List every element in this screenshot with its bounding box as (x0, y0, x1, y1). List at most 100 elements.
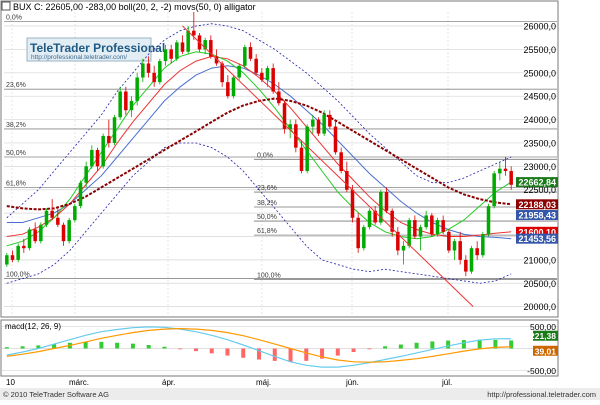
candle-body (175, 42, 179, 59)
macd-histogram-bar (193, 348, 198, 352)
candle-body (243, 47, 247, 66)
watermark: TeleTrader Professional http://professio… (26, 37, 165, 62)
candle-body (271, 68, 275, 92)
macd-histogram-bar (477, 339, 482, 349)
candle-body (22, 245, 26, 249)
fib-label-left: 61,8% (6, 180, 26, 187)
candle-body (350, 189, 355, 218)
candle-body (356, 217, 360, 249)
fib-label-left: 38,2% (6, 122, 26, 129)
price-tick-label: 21000,0 (523, 255, 556, 265)
candle-body (254, 58, 258, 73)
candle-body (231, 77, 236, 97)
macd-histogram-bar (335, 348, 340, 356)
price-label-text: 21453,56 (518, 234, 556, 244)
candle-body (469, 248, 474, 272)
candle-body (141, 63, 145, 78)
macd-histogram-bar (304, 348, 309, 361)
candle-body (413, 220, 417, 237)
candle-body (129, 100, 134, 111)
candle-body (509, 171, 513, 185)
price-tick-label: 25000,0 (523, 68, 556, 78)
macd-tick-label: -500,00 (527, 366, 556, 376)
collapse-box-icon[interactable] (1, 1, 11, 11)
macd-histogram-bar (430, 341, 435, 349)
candle-body (333, 126, 338, 153)
candle-body (152, 72, 156, 83)
macd-histogram-bar (367, 348, 372, 350)
candle-body (44, 210, 49, 225)
fib-label-right: 100,0% (257, 273, 281, 280)
macd-histogram-bar (209, 348, 214, 354)
candle-body (56, 217, 60, 225)
watermark-brand: TeleTrader Professional (30, 41, 165, 55)
candle-body (163, 49, 168, 62)
candle-body (362, 227, 366, 249)
time-tick-label: márc. (69, 378, 89, 387)
macd-histogram-bar (225, 348, 230, 356)
macd-histogram-bar (414, 342, 419, 349)
candle-body (345, 171, 349, 190)
candle-body (384, 192, 389, 211)
candle-body (277, 91, 281, 104)
footer-url[interactable]: http://professional.teletrader.com (487, 390, 596, 399)
price-label-text: 22662,84 (518, 178, 556, 188)
time-tick-label: ápr. (162, 378, 175, 387)
candle-body (220, 63, 224, 83)
price-tick-label: 23500,0 (523, 138, 556, 148)
candle-body (50, 210, 54, 218)
candle-body (452, 241, 457, 251)
candle-body (107, 135, 111, 143)
fib-label-right: 0,0% (257, 152, 273, 159)
price-tick-label: 24500,0 (523, 92, 556, 102)
candle-body (260, 72, 264, 80)
time-tick-label: júl. (441, 378, 452, 387)
macd-histogram-bar (351, 348, 356, 353)
candle-body (95, 149, 100, 167)
price-label-text: 21958,43 (518, 211, 556, 221)
candle-body (78, 182, 83, 207)
candle-body (84, 166, 88, 183)
candle-body (407, 220, 411, 246)
candle-body (367, 210, 372, 228)
fib-label-left: 50,0% (6, 150, 26, 157)
candle-body (435, 220, 440, 235)
candle-body (441, 220, 445, 232)
fib-label-right: 23,6% (257, 185, 277, 192)
macd-histogram-bar (446, 340, 451, 349)
candle-body (226, 82, 230, 97)
candle-body (10, 255, 15, 260)
macd-histogram-bar (146, 344, 151, 349)
macd-histogram-bar (99, 341, 104, 349)
price-tick-label: 20500,0 (523, 279, 556, 289)
candle-body (503, 168, 508, 172)
candle-body (73, 206, 77, 221)
macd-histogram-bar (398, 344, 403, 349)
watermark-url: http://professional.teletrader.com/ (31, 54, 127, 61)
candle-body (118, 91, 122, 118)
candle-body (61, 224, 66, 242)
candle-body (430, 215, 434, 235)
fib-label-right: 38,2% (257, 200, 277, 207)
candle-body (311, 119, 315, 127)
chart-window: 0,0% 23,6% 38,2% 50,0% 61,8% 100,0% 0,0% 23,6% 3… (0, 0, 600, 400)
candle-body (146, 63, 151, 73)
candle-body (248, 47, 253, 59)
price-tick-label: 26000,0 (523, 22, 556, 32)
candle-body (101, 135, 105, 167)
candle-body (39, 224, 43, 242)
candle-body (418, 227, 423, 237)
candle-body (192, 30, 196, 36)
candle-body (481, 234, 485, 256)
candle-body (299, 147, 304, 172)
candle-body (124, 91, 128, 111)
macd-histogram-bar (130, 343, 135, 349)
candle-body (27, 229, 32, 249)
macd-histogram-bar (4, 347, 9, 349)
price-label-text: 22188,03 (518, 200, 556, 210)
candle-body (486, 206, 491, 235)
candle-body (112, 117, 117, 143)
candle-body (322, 114, 326, 134)
candle-body (458, 241, 462, 260)
macd-histogram-bar (83, 341, 88, 349)
